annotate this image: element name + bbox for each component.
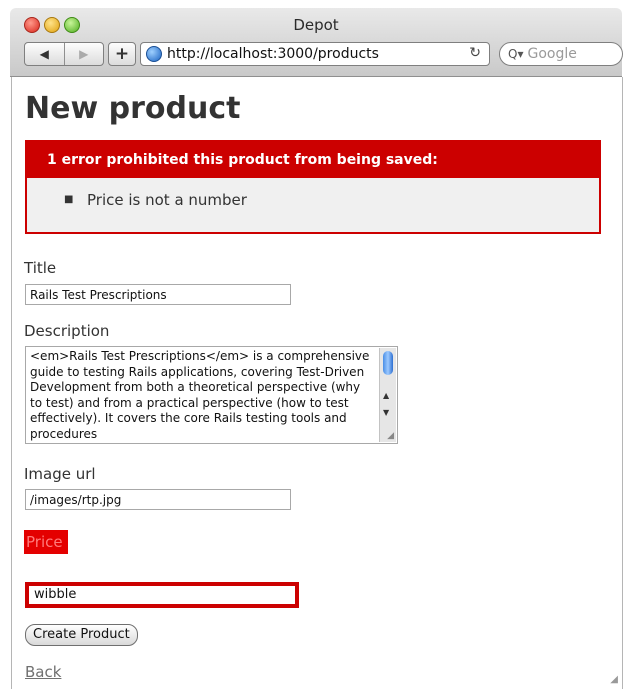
- scroll-up-arrow-icon[interactable]: ▲: [383, 391, 389, 400]
- price-field-with-errors[interactable]: wibble: [25, 582, 299, 608]
- resize-grip-icon[interactable]: ◢: [387, 431, 394, 441]
- back-arrow-icon: ◀: [39, 47, 49, 61]
- window-title: Depot: [293, 16, 339, 34]
- window-resize-grip-icon[interactable]: ◢: [610, 674, 618, 685]
- description-label: Description: [24, 322, 110, 340]
- error-item: ■ Price is not a number: [64, 191, 599, 209]
- description-text[interactable]: <em>Rails Test Prescriptions</em> is a c…: [30, 349, 375, 442]
- address-bar[interactable]: http://localhost:3000/products ↻: [140, 42, 490, 66]
- back-button[interactable]: ◀: [25, 43, 64, 65]
- titlebar: Depot ◀ ▶ + http://localhost:3000/produc…: [10, 8, 623, 77]
- reload-icon[interactable]: ↻: [469, 45, 481, 61]
- forward-button[interactable]: ▶: [63, 43, 104, 65]
- back-link[interactable]: Back: [25, 663, 61, 681]
- search-placeholder[interactable]: Google: [527, 46, 576, 62]
- create-product-button[interactable]: Create Product: [25, 624, 138, 646]
- nav-buttons: ◀ ▶: [24, 42, 104, 66]
- price-label: Price: [24, 530, 68, 554]
- description-scrollbar[interactable]: ▲ ▼: [379, 348, 396, 442]
- page-title: New product: [25, 91, 241, 126]
- image-url-field[interactable]: /images/rtp.jpg: [25, 489, 291, 510]
- scroll-thumb[interactable]: [383, 351, 393, 375]
- search-field[interactable]: Q▾ Google: [499, 42, 623, 66]
- title-field[interactable]: Rails Test Prescriptions: [25, 284, 291, 305]
- page-content: New product 1 error prohibited this prod…: [11, 77, 623, 689]
- error-list: ■ Price is not a number: [27, 191, 599, 209]
- browser-window: Depot ◀ ▶ + http://localhost:3000/produc…: [0, 0, 630, 696]
- add-bookmark-button[interactable]: +: [108, 42, 136, 66]
- globe-icon: [146, 46, 162, 62]
- url-text[interactable]: http://localhost:3000/products: [167, 46, 379, 62]
- error-header: 1 error prohibited this product from bei…: [27, 142, 599, 178]
- scroll-down-arrow-icon[interactable]: ▼: [383, 408, 389, 417]
- title-label: Title: [24, 259, 57, 277]
- image-url-label: Image url: [24, 465, 96, 483]
- forward-arrow-icon: ▶: [79, 47, 89, 61]
- price-field[interactable]: wibble: [29, 586, 295, 604]
- description-textarea[interactable]: <em>Rails Test Prescriptions</em> is a c…: [25, 346, 398, 444]
- search-icon[interactable]: Q▾: [508, 47, 523, 61]
- bullet-icon: ■: [64, 194, 74, 205]
- plus-icon: +: [114, 44, 130, 64]
- error-message: Price is not a number: [87, 191, 247, 209]
- error-explanation: 1 error prohibited this product from bei…: [25, 140, 601, 234]
